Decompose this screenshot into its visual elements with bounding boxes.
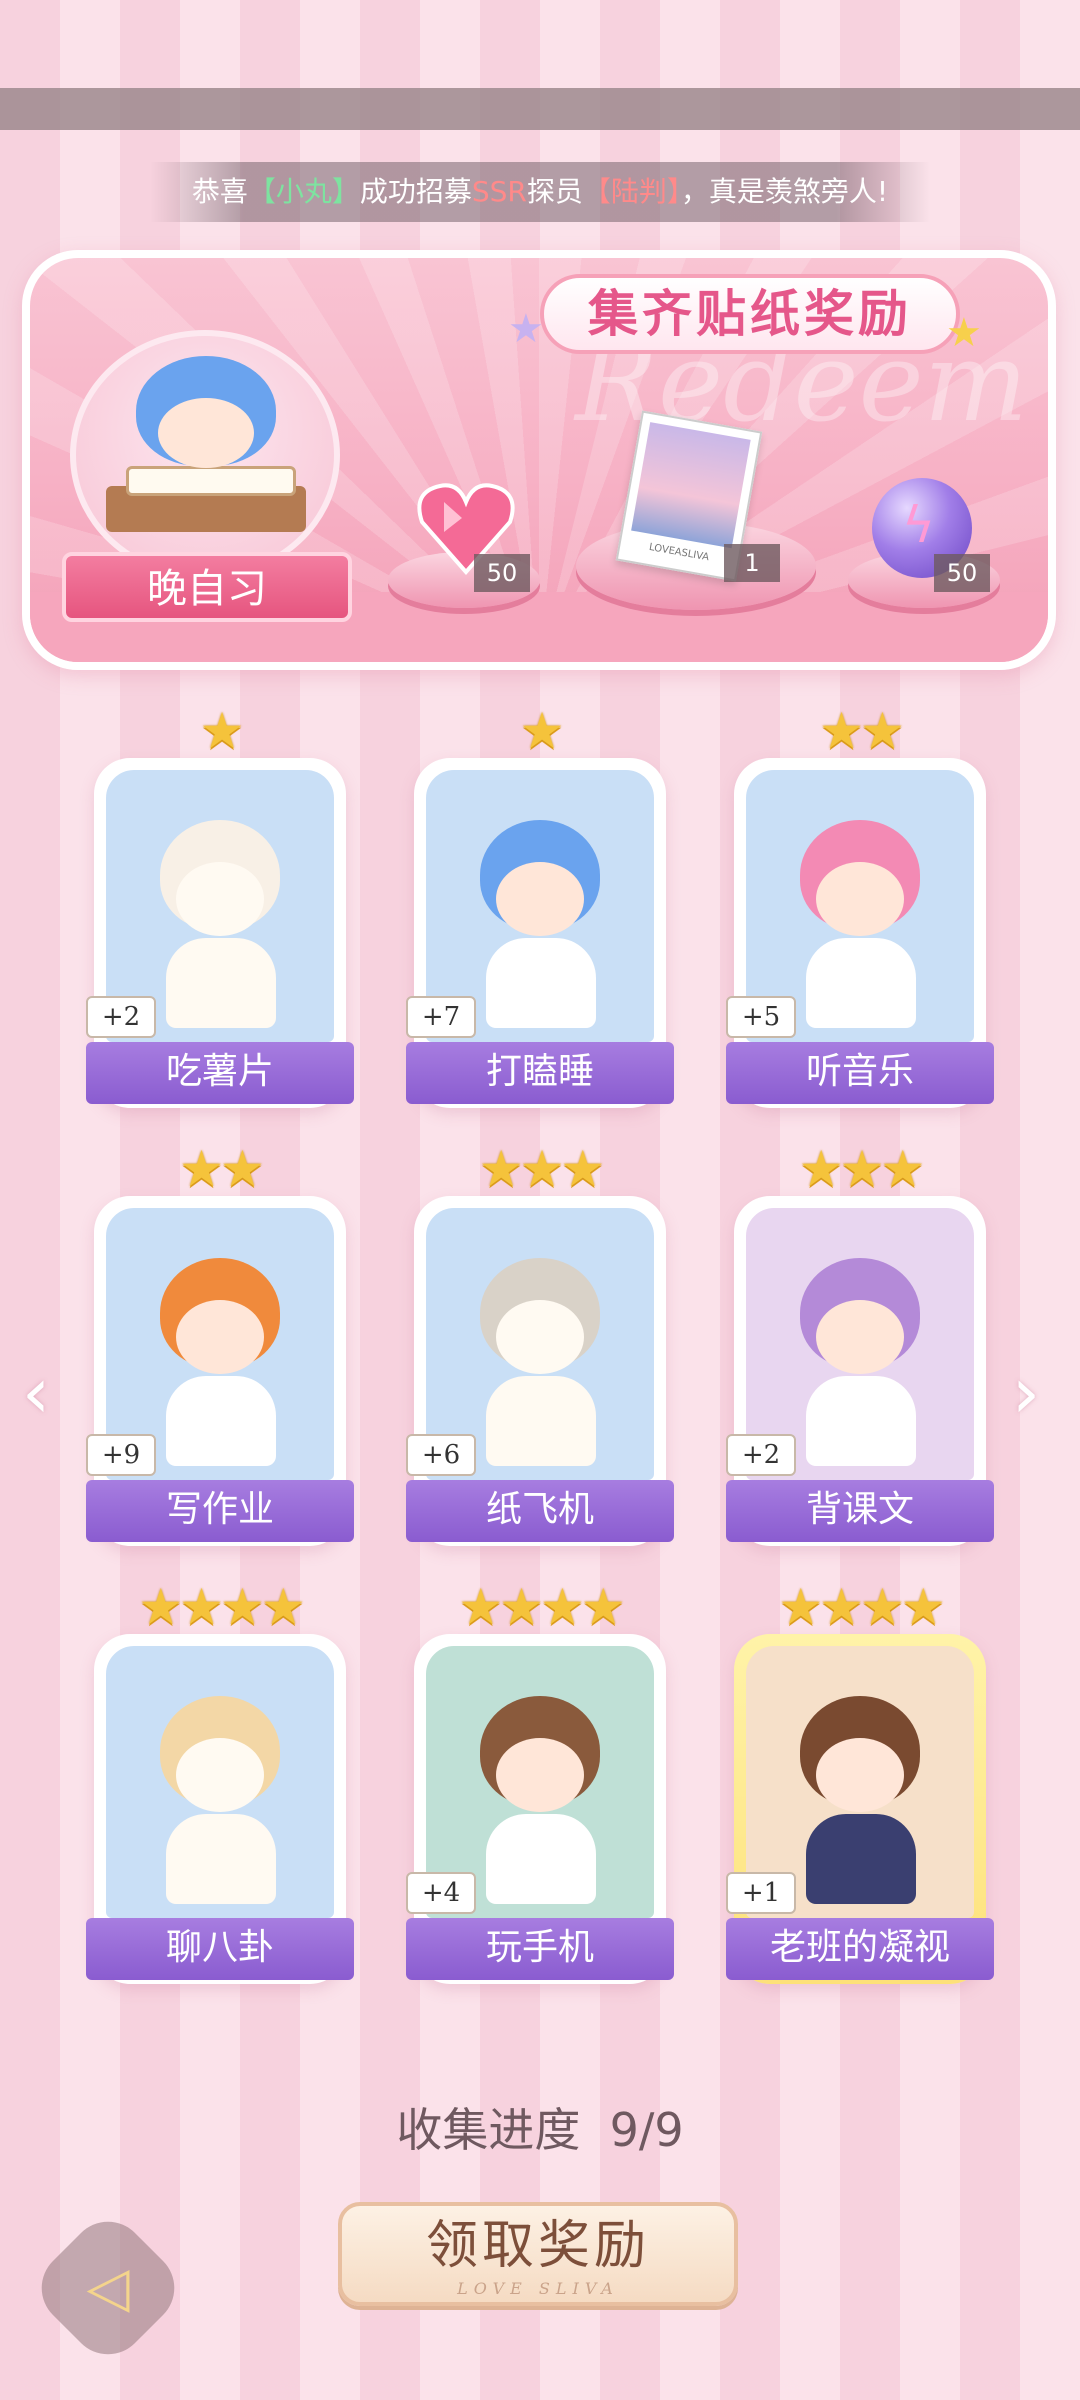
character-face: [496, 1738, 584, 1812]
sticker-card[interactable]: ★★★ +6 纸飞机: [406, 1140, 674, 1546]
ticker-prefix: 恭喜: [191, 175, 248, 208]
star-rating-icon: ★★★: [478, 1140, 605, 1198]
count-badge: +2: [726, 1434, 796, 1476]
character-body: [806, 1814, 916, 1904]
recruit-ticker: 恭喜【小丸】成功招募SSR探员【陆判】，真是羡煞旁人!: [150, 162, 930, 222]
claim-reward-button[interactable]: 领取奖励 LOVE SLIVA: [338, 2202, 738, 2306]
ticker-recruiter: 【小丸】: [247, 175, 360, 208]
sticker-card[interactable]: ★★ +9 写作业: [86, 1140, 354, 1546]
character-face: [816, 862, 904, 936]
sticker-label: 聊八卦: [86, 1918, 354, 1980]
banner-title: 集齐贴纸奖励: [540, 274, 960, 354]
sticker-card[interactable]: ★★★ +2 背课文: [726, 1140, 994, 1546]
portrait-frame: [70, 330, 340, 580]
ticker-suffix: ，真是羡煞旁人!: [680, 175, 889, 208]
count-badge: +1: [726, 1872, 796, 1914]
sticker-card[interactable]: ★ +7 打瞌睡: [406, 702, 674, 1108]
character-face: [496, 862, 584, 936]
sticker-label: 纸飞机: [406, 1480, 674, 1542]
sticker-card[interactable]: ★★★★ +1 老班的凝视: [726, 1578, 994, 1984]
sticker-label: 背课文: [726, 1480, 994, 1542]
count-badge: +7: [406, 996, 476, 1038]
star-deco-icon: ★: [508, 306, 544, 352]
count-badge: +4: [406, 1872, 476, 1914]
claim-reward-subtext: LOVE SLIVA: [457, 2279, 619, 2298]
sticker-label: 老班的凝视: [726, 1918, 994, 1980]
count-badge: +9: [86, 1434, 156, 1476]
character-face: [176, 1300, 264, 1374]
character-face: [176, 862, 264, 936]
star-rating-icon: ★★★: [798, 1140, 925, 1198]
sticker-label: 打瞌睡: [406, 1042, 674, 1104]
ticker-rarity: SSR: [471, 175, 527, 208]
sticker-card[interactable]: ★ +2 吃薯片: [86, 702, 354, 1108]
character-face: [816, 1738, 904, 1812]
count-badge: +6: [406, 1434, 476, 1476]
sticker-label: 听音乐: [726, 1042, 994, 1104]
star-rating-icon: ★★★★: [778, 1578, 945, 1636]
star-deco-icon: ★: [946, 310, 982, 356]
character-face: [816, 1300, 904, 1374]
sticker-label: 写作业: [86, 1480, 354, 1542]
character-body: [806, 938, 916, 1028]
back-arrow-icon: ◁: [86, 2255, 130, 2320]
star-rating-icon: ★★: [819, 702, 905, 760]
reward-count: 50: [934, 554, 990, 592]
sticker-card[interactable]: ★★★★ 聊八卦: [86, 1578, 354, 1984]
ticker-mid2: 探员: [526, 175, 583, 208]
star-rating-icon: ★: [199, 702, 245, 760]
claim-reward-label: 领取奖励: [425, 2216, 650, 2276]
character-body: [806, 1376, 916, 1466]
book-art: [126, 466, 296, 496]
progress-label: 收集进度: [396, 2103, 581, 2157]
reward-count: 1: [724, 544, 780, 582]
character-body: [486, 938, 596, 1028]
reward-count: 50: [474, 554, 530, 592]
character-face: [158, 398, 254, 468]
photo-card-image: [631, 422, 751, 549]
character-body: [166, 1814, 276, 1904]
character-face: [176, 1738, 264, 1812]
star-rating-icon: ★★: [179, 1140, 265, 1198]
status-bar: [0, 88, 1080, 130]
portrait-label: 晚自习: [62, 552, 352, 622]
character-body: [166, 1376, 276, 1466]
character-body: [486, 1814, 596, 1904]
progress-value: 9/9: [609, 2103, 684, 2157]
prev-page-icon[interactable]: ‹: [22, 1352, 50, 1434]
count-badge: +2: [86, 996, 156, 1038]
next-page-icon[interactable]: ›: [1012, 1352, 1040, 1434]
sticker-label: 吃薯片: [86, 1042, 354, 1104]
star-rating-icon: ★: [519, 702, 565, 760]
collection-progress: 收集进度 9/9: [0, 2094, 1080, 2160]
ticker-mid: 成功招募: [359, 175, 472, 208]
count-badge: +5: [726, 996, 796, 1038]
character-face: [496, 1300, 584, 1374]
character-body: [166, 938, 276, 1028]
star-rating-icon: ★★★★: [138, 1578, 305, 1636]
ticker-recruit: 【陆判】: [582, 175, 681, 208]
sticker-card[interactable]: ★★★★ +4 玩手机: [406, 1578, 674, 1984]
sticker-image: [106, 1646, 334, 1918]
lightning-icon: ϟ: [902, 496, 935, 554]
character-body: [486, 1376, 596, 1466]
sticker-card[interactable]: ★★ +5 听音乐: [726, 702, 994, 1108]
sticker-label: 玩手机: [406, 1918, 674, 1980]
star-rating-icon: ★★★★: [458, 1578, 625, 1636]
